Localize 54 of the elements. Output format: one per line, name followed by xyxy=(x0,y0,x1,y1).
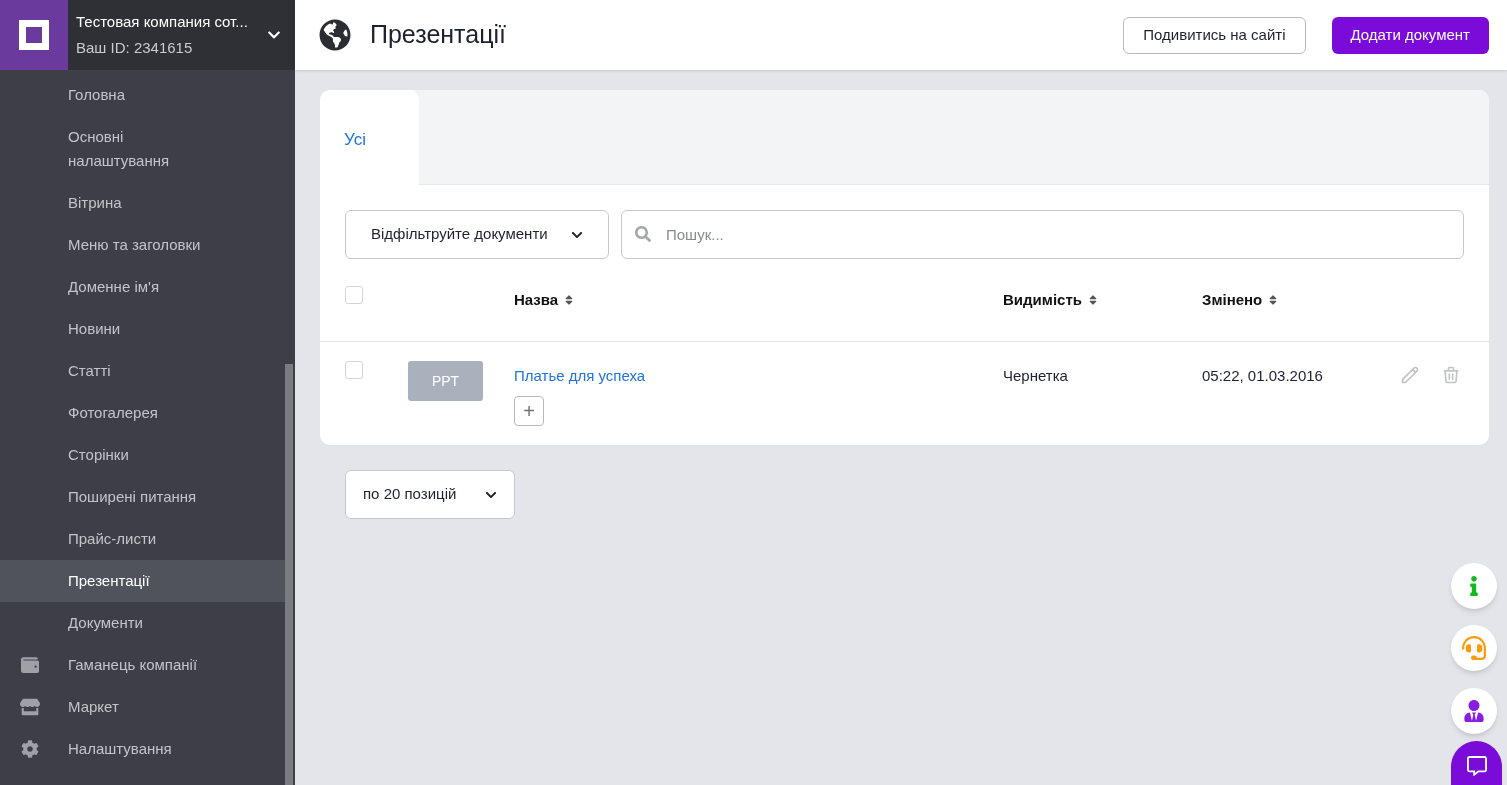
manager-button[interactable] xyxy=(1451,688,1497,734)
sidebar-item[interactable]: Документи xyxy=(0,602,285,644)
sort-icon xyxy=(1088,294,1098,306)
sidebar-item[interactable]: Вітрина xyxy=(0,182,285,224)
person-icon xyxy=(1463,700,1485,722)
sort-icon xyxy=(564,294,575,306)
info-button[interactable] xyxy=(1451,563,1497,609)
globe-icon xyxy=(319,19,351,51)
sidebar-item[interactable]: Прайс-листи xyxy=(0,518,285,560)
headset-icon xyxy=(1462,636,1486,660)
search-field[interactable]: Пошук... xyxy=(621,210,1464,259)
column-header[interactable]: Назва xyxy=(514,288,1003,312)
add-button[interactable]: + xyxy=(514,395,544,426)
sidebar-item[interactable]: Основні налаштування xyxy=(0,116,285,182)
sidebar-item[interactable]: Фотогалерея xyxy=(0,392,285,434)
sidebar-item[interactable]: Налаштування xyxy=(0,728,285,770)
sidebar-item[interactable]: Гаманець компанії xyxy=(0,644,285,686)
view-on-site-button[interactable]: Подивитись на сайті xyxy=(1123,16,1306,54)
settings-icon xyxy=(20,740,40,758)
document-link[interactable]: Платье для успеха xyxy=(514,365,646,388)
sidebar-item[interactable]: Головна xyxy=(0,74,285,116)
column-header[interactable]: Змінено xyxy=(1202,288,1279,312)
file-thumbnail: PPT xyxy=(408,361,483,401)
changed-cell-text: 05:22, 01.03.2016 xyxy=(1202,366,1324,386)
checkbox[interactable] xyxy=(345,361,363,379)
scrollbar[interactable] xyxy=(285,364,293,785)
trash-icon[interactable] xyxy=(1441,364,1461,386)
logo-icon xyxy=(0,0,68,70)
filter-dropdown[interactable]: Відфільтруйте документи xyxy=(345,210,609,259)
chat-button[interactable] xyxy=(1451,741,1502,785)
company-name: Тестовая компания сот... xyxy=(76,11,249,32)
sidebar-item[interactable]: Статті xyxy=(0,350,285,392)
checkbox[interactable] xyxy=(345,286,363,304)
wallet-icon xyxy=(20,656,40,674)
search-icon xyxy=(635,226,651,242)
page-size-dropdown[interactable]: по 20 позицій xyxy=(345,470,515,519)
sidebar-item[interactable]: Новини xyxy=(0,308,285,350)
sidebar-item[interactable]: Поширені питання xyxy=(0,476,285,518)
chat-icon xyxy=(1466,756,1487,776)
sort-icon xyxy=(1268,294,1279,306)
company-id: Ваш ID: 2341615 xyxy=(76,38,194,58)
sidebar-item[interactable]: Презентації xyxy=(0,560,285,602)
sidebar-item[interactable]: Меню та заголовки xyxy=(0,224,285,266)
tab[interactable]: Усі xyxy=(320,90,419,186)
store-icon xyxy=(20,698,40,716)
sidebar-item[interactable]: Доменне ім'я xyxy=(0,266,285,308)
page-title: Презентації xyxy=(370,19,507,51)
sidebar-item[interactable]: Маркет xyxy=(0,686,285,728)
support-button[interactable] xyxy=(1451,625,1497,671)
add-document-button[interactable]: Додати документ xyxy=(1331,16,1489,54)
column-header[interactable]: Видимість xyxy=(1003,288,1202,312)
pencil-icon[interactable] xyxy=(1400,365,1420,385)
sidebar-item[interactable]: Сторінки xyxy=(0,434,285,476)
visibility-cell-text: Чернетка xyxy=(1003,366,1069,386)
